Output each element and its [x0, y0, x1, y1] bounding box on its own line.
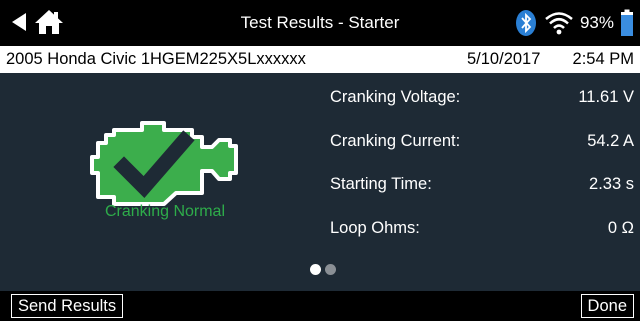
status-bar: Test Results - Starter 93% [0, 0, 640, 46]
engine-check-icon [90, 121, 238, 206]
battery-percent: 93% [579, 13, 614, 32]
bottom-bar: Send Results Done [0, 291, 640, 321]
bluetooth-icon [515, 10, 536, 36]
battery-icon [621, 9, 633, 36]
wifi-icon [545, 12, 573, 35]
status-indicators: 93% [514, 9, 634, 37]
send-results-button[interactable]: Send Results [11, 294, 124, 318]
page-dot-inactive[interactable] [325, 264, 336, 275]
page-indicator[interactable] [310, 264, 336, 275]
done-button[interactable]: Done [580, 294, 634, 318]
page-dot-active[interactable] [310, 264, 321, 275]
vehicle-info-bar: 2005 Honda Civic 1HGEM225X5Lxxxxxx 5/10/… [0, 46, 640, 73]
loop-ohms-label: Loop Ohms: [330, 219, 420, 237]
starting-time-label: Starting Time: [330, 175, 432, 193]
loop-ohms-value: 0 Ω [607, 219, 634, 237]
cranking-current-value: 54.2 A [587, 132, 634, 150]
results-panel: Cranking Normal Cranking Voltage: 11.61 … [0, 73, 640, 291]
test-time: 2:54 PM [572, 50, 634, 68]
vehicle-description: 2005 Honda Civic 1HGEM225X5Lxxxxxx [6, 50, 306, 68]
starting-time-value: 2.33 s [589, 175, 634, 193]
test-date: 5/10/2017 [467, 50, 541, 68]
cranking-voltage-label: Cranking Voltage: [330, 88, 461, 106]
cranking-status: Cranking Normal [104, 203, 226, 220]
cranking-current-label: Cranking Current: [330, 132, 461, 150]
cranking-voltage-value: 11.61 V [578, 88, 634, 106]
